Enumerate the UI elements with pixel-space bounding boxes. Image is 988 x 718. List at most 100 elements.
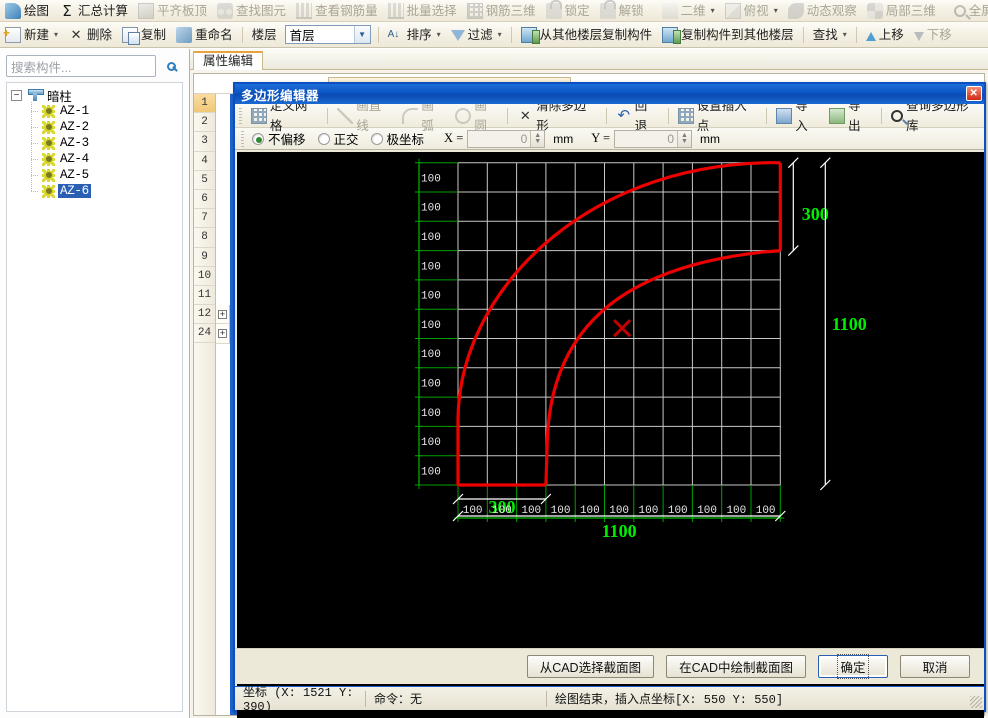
grid-row-header[interactable]: 24 (194, 324, 215, 344)
draw-in-cad-button[interactable]: 在CAD中绘制截面图 (666, 655, 806, 678)
toolbar-item-view-2d[interactable]: 二维 ▾ (657, 1, 720, 21)
delete-button[interactable]: 删除 (63, 25, 117, 45)
find-button[interactable]: 查找 ▾ (808, 25, 852, 45)
chevron-down-icon[interactable]: ▾ (774, 1, 778, 21)
grid-row-header[interactable]: 5 (194, 171, 215, 190)
export-button[interactable]: 导出 (824, 99, 877, 133)
y-unit: mm (700, 131, 720, 146)
toolbar-grip[interactable] (241, 130, 244, 147)
tree-item-az-2[interactable]: AZ-2 (25, 118, 182, 136)
axis-tick (415, 334, 423, 343)
grid-row-header[interactable]: 8 (194, 228, 215, 248)
define-grid-button[interactable]: 定义网格 (246, 99, 323, 133)
query-polygon-library-button[interactable]: 查询多边形库 (886, 99, 984, 133)
search-library-icon (891, 109, 904, 122)
grid-row-header[interactable]: 1 (194, 94, 215, 114)
tree-item-az-1[interactable]: AZ-1 (25, 102, 182, 120)
cancel-button[interactable]: 取消 (900, 655, 970, 678)
toolbar-label: 从其他楼层复制构件 (539, 27, 653, 42)
resize-grip[interactable] (970, 696, 982, 708)
collapse-toggle[interactable]: − (11, 89, 22, 101)
chevron-down-icon[interactable]: ▼ (353, 26, 370, 43)
radio-polar[interactable]: 极坐标 (370, 129, 424, 148)
chevron-down-icon[interactable]: ▾ (843, 25, 847, 45)
grid-row-header[interactable]: 12 (194, 305, 215, 325)
set-insert-point-button[interactable]: 设置插入点 (673, 99, 763, 133)
grid-row-expander[interactable]: + (216, 305, 230, 325)
tab-property-editor[interactable]: 属性编辑 (193, 51, 264, 70)
toolbar-item-draw[interactable]: 绘图 (0, 1, 54, 21)
tree-guide (25, 134, 39, 152)
funnel-icon (450, 30, 465, 41)
radio-no-offset[interactable]: 不偏移 (252, 129, 306, 148)
ok-button[interactable]: 确定 (818, 654, 888, 679)
toolbar-item-dynamic-orbit[interactable]: 动态观察 (783, 1, 862, 21)
grid-row-header[interactable]: 4 (194, 152, 215, 171)
close-icon[interactable]: ✕ (966, 86, 982, 101)
undo-button[interactable]: ↶ 回退 (611, 99, 664, 133)
grid-row-header[interactable]: 11 (194, 286, 215, 306)
dialog-title-bar[interactable]: 多边形编辑器 ✕ (235, 84, 984, 104)
select-from-cad-button[interactable]: 从CAD选择截面图 (526, 655, 655, 678)
dimension-text: 1100 (602, 521, 637, 541)
component-icon (42, 104, 55, 118)
tree-item-az-6[interactable]: AZ-6 (25, 182, 182, 199)
copy-to-other-floor-button[interactable]: 复制构件到其他楼层 (657, 25, 799, 45)
draw-circle-button[interactable]: 画圆 (450, 99, 503, 133)
floor-select[interactable]: 首层 ▼ (284, 25, 371, 44)
tab-strip: 属性编辑 (190, 49, 988, 70)
toolbar-item-top-view[interactable]: 俯视 ▾ (720, 1, 783, 21)
toolbar-item-view-rebar-qty[interactable]: 查看钢筋量 (291, 1, 383, 21)
grid-row-header[interactable]: 9 (194, 248, 215, 267)
clear-polygon-button[interactable]: 清除多边形 (512, 99, 602, 133)
toolbar-grip[interactable] (239, 107, 242, 124)
new-component-button[interactable]: 新建 ▾ (0, 23, 63, 45)
tree-item-az-5[interactable]: AZ-5 (25, 166, 182, 184)
rename-button[interactable]: 重命名 (171, 25, 238, 45)
sort-button[interactable]: 排序 ▾ (383, 25, 446, 45)
x-offset-stepper[interactable]: 0 ▲ ▼ (467, 129, 546, 148)
radio-orthogonal[interactable]: 正交 (317, 129, 359, 148)
grid-row-header[interactable]: 6 (194, 190, 215, 210)
draw-line-button[interactable]: 画直线 (332, 99, 397, 133)
tree-item-list: AZ-1 AZ-2 AZ-3 AZ-4 AZ-5 AZ-6 (11, 102, 182, 199)
toolbar-item-rebar-3d[interactable]: 钢筋三维 (462, 1, 541, 21)
move-down-button[interactable]: 下移 (909, 25, 957, 45)
tree-item-az-3[interactable]: AZ-3 (25, 134, 182, 152)
draw-arc-button[interactable]: 画弧 (397, 99, 450, 133)
axis-tick (415, 363, 423, 372)
chevron-down-icon[interactable]: ▾ (498, 25, 502, 45)
y-offset-stepper[interactable]: 0 ▲ ▼ (614, 129, 692, 148)
copy-from-other-floor-button[interactable]: 从其他楼层复制构件 (516, 25, 658, 45)
copy-button[interactable]: 复制 (117, 25, 171, 45)
grid-row-header[interactable]: 10 (194, 267, 215, 286)
search-input[interactable]: 搜索构件... (6, 55, 156, 77)
toolbar-item-summary-calc[interactable]: 汇总计算 (54, 1, 133, 21)
tree-item-az-4[interactable]: AZ-4 (25, 150, 182, 168)
stepper-arrows[interactable]: ▲ ▼ (530, 130, 545, 147)
toolbar-item-fullscreen[interactable]: 全屏 (949, 1, 988, 21)
toolbar-item-unlock[interactable]: 解锁 (595, 0, 649, 21)
chevron-down-icon[interactable]: ▾ (54, 25, 58, 45)
rebar-3d-icon (466, 2, 483, 19)
toolbar-item-batch-select[interactable]: 批量选择 (383, 1, 462, 21)
stepper-arrows[interactable]: ▲ ▼ (677, 130, 691, 147)
grid-row-header[interactable]: 3 (194, 132, 215, 152)
grid-row-header[interactable]: 7 (194, 209, 215, 229)
tree-item-label: AZ-2 (60, 120, 89, 134)
import-button[interactable]: 导入 (771, 99, 824, 133)
tree-root-node[interactable]: − 暗柱 (11, 87, 182, 104)
grid-row-header[interactable]: 2 (194, 113, 215, 133)
toolbar-item-lock[interactable]: 锁定 (541, 0, 595, 21)
toolbar-item-partial-3d[interactable]: 局部三维 (862, 1, 941, 21)
filter-button[interactable]: 过滤 ▾ (446, 25, 507, 45)
polygon-drawing-canvas[interactable]: 100 100 100 100 100 100 100 100 100 100 100 300 110… (237, 152, 984, 718)
row-dimension-label: 100 (421, 320, 441, 332)
toolbar-item-align-slab-top[interactable]: 平齐板顶 (133, 1, 212, 21)
chevron-down-icon[interactable]: ▾ (711, 1, 715, 21)
chevron-down-icon[interactable]: ▾ (437, 25, 441, 45)
toolbar-item-find-element[interactable]: 查找图元 (212, 1, 291, 21)
move-up-button[interactable]: 上移 (861, 25, 909, 45)
grid-row-expander[interactable]: + (216, 324, 230, 344)
search-button[interactable] (159, 54, 183, 78)
